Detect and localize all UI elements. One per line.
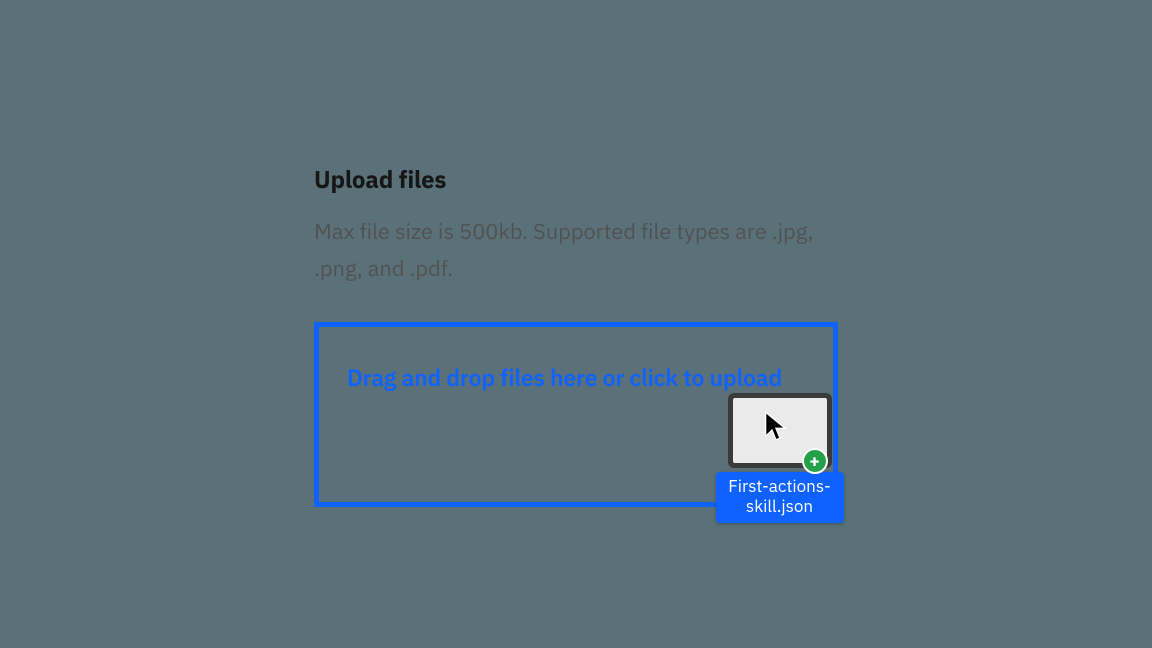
cursor-icon (764, 411, 788, 441)
drag-preview: + First-actions-skill.json (713, 393, 846, 523)
plus-icon: + (802, 448, 828, 474)
dropzone-instruction: Drag and drop files here or click to upl… (347, 361, 805, 397)
upload-title: Upload files (314, 163, 838, 195)
upload-description: Max file size is 500kb. Supported file t… (314, 213, 838, 288)
dragged-file-name: First-actions-skill.json (716, 472, 844, 523)
file-thumbnail: + (728, 393, 832, 468)
